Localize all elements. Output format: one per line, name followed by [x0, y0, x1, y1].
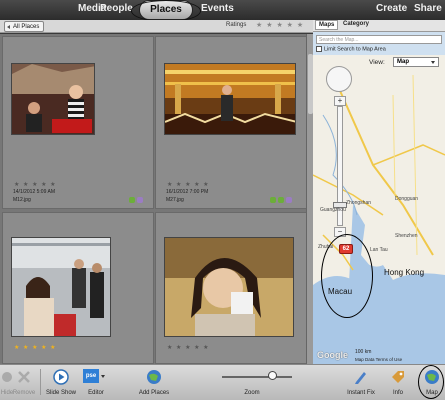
photo-date: 16/1/2012 7:00 PM [166, 189, 209, 195]
rating-stars[interactable]: ★ ★ ★ ★ ★ [167, 181, 210, 188]
map-scale-label: 100 km [355, 349, 372, 355]
map-label-shenzhen: Shenzhen [395, 233, 418, 239]
map-pan-control[interactable] [326, 66, 352, 92]
photo-thumbnail[interactable] [164, 63, 296, 135]
zoom-slider-thumb[interactable] [268, 371, 277, 380]
map-panel: Maps Category Search the Map... Limit Se… [313, 20, 445, 364]
slideshow-label: Slide Show [45, 390, 77, 396]
zoom-label: Zoom [244, 390, 260, 396]
people-tag-icon [270, 197, 276, 203]
annotation-oval-macau [321, 234, 373, 318]
create-button[interactable]: Create [376, 3, 407, 14]
map-zoom-in-button[interactable]: + [334, 96, 346, 106]
editor-button[interactable]: pse Editor [80, 364, 112, 400]
rating-stars[interactable]: ★ ★ ★ ★ ★ [14, 181, 57, 188]
map-label-dongguan: Dongguan [395, 196, 419, 202]
share-button[interactable]: Share [414, 3, 442, 14]
editor-pse-icon: pse [83, 369, 99, 383]
photo-thumbnail[interactable] [11, 63, 95, 135]
remove-label: Remove [12, 390, 36, 396]
pencil-icon [355, 372, 366, 384]
place-tag-icon [137, 197, 143, 203]
photo-cell[interactable]: ★ ★ ★ ★ ★ [155, 212, 307, 364]
info-label: Info [392, 390, 403, 396]
remove-button[interactable]: Remove [12, 364, 36, 400]
editor-label: Editor [88, 390, 104, 396]
remove-x-icon [18, 371, 30, 383]
ratings-label: Ratings [226, 22, 247, 28]
tab-people[interactable]: People [100, 3, 133, 14]
people-tag-icon [129, 197, 135, 203]
toolbar-separator [40, 369, 41, 395]
filter-bar: All Places Ratings ★ ★ ★ ★ ★ [0, 20, 313, 33]
photo-cell[interactable]: ★ ★ ★ ★ ★ 16/1/2012 7:00 PM M27.jpg [155, 36, 307, 209]
grid-scrollbar[interactable] [306, 34, 313, 364]
instant-fix-button[interactable]: Instant Fix [344, 364, 378, 400]
top-navigation: Media People Places Events Create Share [0, 0, 445, 20]
map-label-lantau: Lan Tau [370, 247, 388, 253]
chevron-down-icon [101, 375, 105, 378]
rating-stars[interactable]: ★ ★ ★ ★ ★ [14, 344, 57, 351]
photo-grid: ★ ★ ★ ★ ★ 14/1/2012 5:09 AM M12.jpg ★ ★ … [0, 34, 310, 364]
place-tag-icon [286, 197, 292, 203]
map-search-input[interactable]: Search the Map... [316, 35, 442, 44]
zoom-control: Zoom [236, 364, 268, 400]
photo-thumbnail[interactable] [11, 237, 111, 337]
map-tabs: Maps Category [313, 20, 445, 32]
limit-search-row[interactable]: Limit Search to Map Area [316, 46, 386, 52]
photo-cell[interactable]: ★ ★ ★ ★ ★ 14/1/2012 5:09 AM M12.jpg [2, 36, 154, 209]
google-logo: Google [317, 350, 348, 360]
limit-search-checkbox[interactable] [316, 46, 322, 52]
map-label-zhongshan: Zhongshan [346, 200, 372, 206]
add-places-button[interactable]: Add Places [136, 364, 172, 400]
tag-icon [392, 371, 404, 383]
map-footer-links[interactable]: Map Data Terms of Use [355, 357, 402, 362]
annotation-oval-places [131, 0, 201, 22]
all-places-button[interactable]: All Places [4, 21, 45, 32]
instant-fix-label: Instant Fix [347, 390, 375, 396]
play-icon [53, 369, 69, 385]
info-button[interactable]: Info [386, 364, 410, 400]
map-view-select[interactable]: Map [393, 57, 439, 67]
rating-stars[interactable]: ★ ★ ★ ★ ★ [167, 344, 210, 351]
slideshow-button[interactable]: Slide Show [44, 364, 78, 400]
view-label: View: [369, 59, 385, 66]
tab-category[interactable]: Category [343, 21, 369, 27]
add-places-label: Add Places [138, 390, 170, 396]
limit-search-label: Limit Search to Map Area [324, 46, 386, 53]
map-label-hong-kong: Hong Kong [384, 268, 425, 277]
ratings-filter-stars[interactable]: ★ ★ ★ ★ ★ [256, 21, 304, 29]
photo-date: 14/1/2012 5:09 AM [13, 189, 55, 195]
photo-cell[interactable]: ★ ★ ★ ★ ★ [2, 212, 154, 364]
annotation-oval-map [418, 365, 444, 399]
photo-thumbnail[interactable] [164, 237, 294, 337]
globe-icon [147, 370, 161, 384]
map-label-guangzhou: Guangzhou [320, 207, 346, 213]
photo-filename: M27.jpg [166, 197, 184, 203]
tab-maps[interactable]: Maps [315, 20, 339, 30]
photo-filename: M12.jpg [13, 197, 31, 203]
people-tag-icon [278, 197, 284, 203]
tab-events[interactable]: Events [201, 3, 234, 14]
